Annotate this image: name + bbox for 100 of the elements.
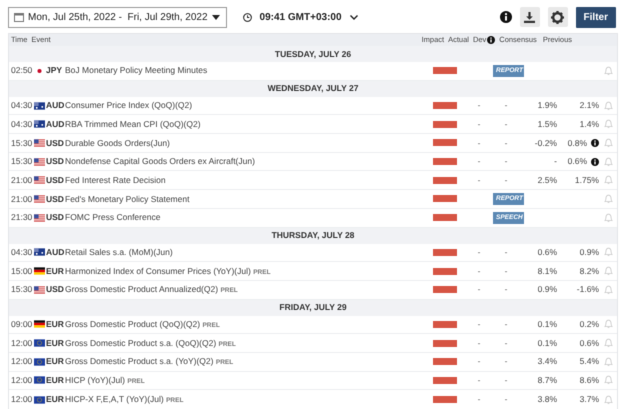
info-icon[interactable] — [500, 11, 512, 23]
event-time: 04:30 — [10, 246, 34, 259]
bell-icon[interactable] — [604, 156, 612, 167]
event-time: 15:00 — [10, 264, 34, 278]
date-range-dropdown[interactable]: Mon, Jul 25th, 2022 - Fri, Jul 29th, 2022 — [8, 6, 227, 28]
filter-button[interactable]: Filter — [576, 6, 616, 28]
actual-value: - — [476, 155, 482, 168]
event-name[interactable]: BoJ Monetary Policy Meeting Minutes — [65, 64, 425, 78]
event-name[interactable]: Consumer Price Index (QoQ)(Q2) — [65, 99, 425, 112]
event-name[interactable]: Fed's Monetary Policy Statement — [65, 192, 425, 206]
bell-icon[interactable] — [604, 356, 612, 367]
bell-icon[interactable] — [604, 338, 612, 348]
event-time: 21:00 — [10, 192, 34, 206]
event-name[interactable]: Nondefense Capital Goods Orders ex Aircraft(Jun) — [65, 155, 425, 168]
download-button[interactable] — [520, 7, 540, 27]
previous-value: 0.2% — [580, 318, 599, 331]
day-header: FRIDAY, JULY 29 — [9, 300, 617, 316]
event-name[interactable]: FOMC Press Conference — [65, 211, 425, 224]
actual-value: - — [476, 374, 482, 387]
actual-value: - — [476, 318, 482, 331]
previous-value: 5.4% — [580, 355, 599, 368]
bell-icon[interactable] — [604, 375, 612, 386]
previous-value: 0.6% — [568, 155, 587, 168]
consensus-value: - — [553, 155, 557, 168]
actual-value: - — [476, 283, 482, 296]
event-time: 02:50 — [10, 64, 34, 78]
calendar-icon — [14, 12, 24, 22]
event-time: 09:00 — [10, 318, 34, 331]
consensus-value: 8.7% — [536, 374, 557, 387]
bell-icon[interactable] — [604, 66, 612, 76]
previous-value: 2.1% — [580, 99, 599, 112]
deviation-value: - — [504, 264, 508, 278]
currency-code: USD — [46, 155, 65, 168]
chevron-down-icon — [350, 14, 358, 20]
bell-icon[interactable] — [604, 100, 612, 111]
currency-code: EUR — [46, 374, 65, 387]
currency-code: EUR — [46, 393, 65, 406]
actual-value: - — [476, 174, 482, 187]
deviation-value: - — [504, 136, 508, 150]
event-time: 04:30 — [10, 99, 34, 112]
currency-code: EUR — [46, 336, 65, 350]
consensus-value: 0.9% — [536, 283, 557, 296]
bell-icon[interactable] — [604, 319, 612, 330]
currency-code: USD — [46, 174, 65, 187]
event-time: 15:30 — [10, 283, 34, 296]
bell-icon[interactable] — [604, 212, 612, 223]
previous-value: 1.4% — [580, 118, 599, 131]
currency-code: USD — [46, 211, 65, 224]
bell-icon[interactable] — [604, 194, 612, 204]
deviation-value: - — [504, 318, 508, 331]
actual-value: - — [476, 264, 482, 278]
event-name[interactable]: RBA Trimmed Mean CPI (QoQ)(Q2) — [65, 118, 425, 131]
event-time: 12:00 — [10, 393, 34, 406]
actual-value: - — [476, 355, 482, 368]
currency-code: AUD — [46, 246, 65, 259]
currency-code: EUR — [46, 355, 65, 368]
currency-code: AUD — [46, 99, 65, 112]
bell-icon[interactable] — [604, 175, 612, 186]
currency-code: AUD — [46, 118, 65, 131]
bell-icon[interactable] — [604, 138, 612, 148]
bell-icon[interactable] — [604, 394, 612, 405]
consensus-value: 1.5% — [536, 118, 557, 131]
settings-button[interactable] — [548, 7, 568, 27]
event-name[interactable]: Retail Sales s.a. (MoM)(Jun) — [65, 246, 425, 259]
deviation-value: - — [504, 374, 508, 387]
currency-code: USD — [46, 283, 65, 296]
deviation-value: - — [504, 393, 508, 406]
currency-code: JPY — [46, 64, 64, 78]
currency-code: USD — [46, 136, 65, 150]
bell-icon[interactable] — [604, 266, 612, 276]
actual-value: - — [476, 336, 482, 350]
day-header: THURSDAY, JULY 28 — [9, 228, 617, 244]
currency-code: USD — [46, 192, 65, 206]
actual-value: - — [476, 393, 482, 406]
previous-value: 1.75% — [574, 174, 599, 187]
clock-icon — [242, 12, 252, 22]
event-name[interactable]: Fed Interest Rate Decision — [65, 174, 425, 187]
actual-value: - — [476, 118, 482, 131]
deviation-value: - — [504, 336, 508, 350]
day-header: WEDNESDAY, JULY 27 — [9, 80, 617, 97]
consensus-value: 3.4% — [536, 355, 557, 368]
previous-value: 8.6% — [580, 374, 599, 387]
deviation-value: - — [504, 246, 508, 259]
consensus-value: 1.9% — [536, 99, 557, 112]
event-name[interactable]: Durable Goods Orders(Jun) — [65, 136, 425, 150]
timezone-dropdown[interactable]: 09:41 GMT+03:00 — [242, 10, 358, 24]
event-time: 04:30 — [10, 118, 34, 131]
deviation-value: - — [504, 99, 508, 112]
actual-value: - — [476, 136, 482, 150]
consensus-value: 8.1% — [536, 264, 557, 278]
deviation-value: - — [504, 174, 508, 187]
event-time: 21:00 — [10, 174, 34, 187]
previous-value: -1.6% — [576, 283, 599, 296]
bell-icon[interactable] — [604, 119, 612, 130]
bell-icon[interactable] — [604, 284, 612, 295]
previous-value: 0.8% — [568, 136, 587, 150]
event-time: 12:00 — [10, 355, 34, 368]
consensus-value: 0.6% — [536, 246, 557, 259]
bell-icon[interactable] — [604, 247, 612, 258]
deviation-value: - — [504, 283, 508, 296]
